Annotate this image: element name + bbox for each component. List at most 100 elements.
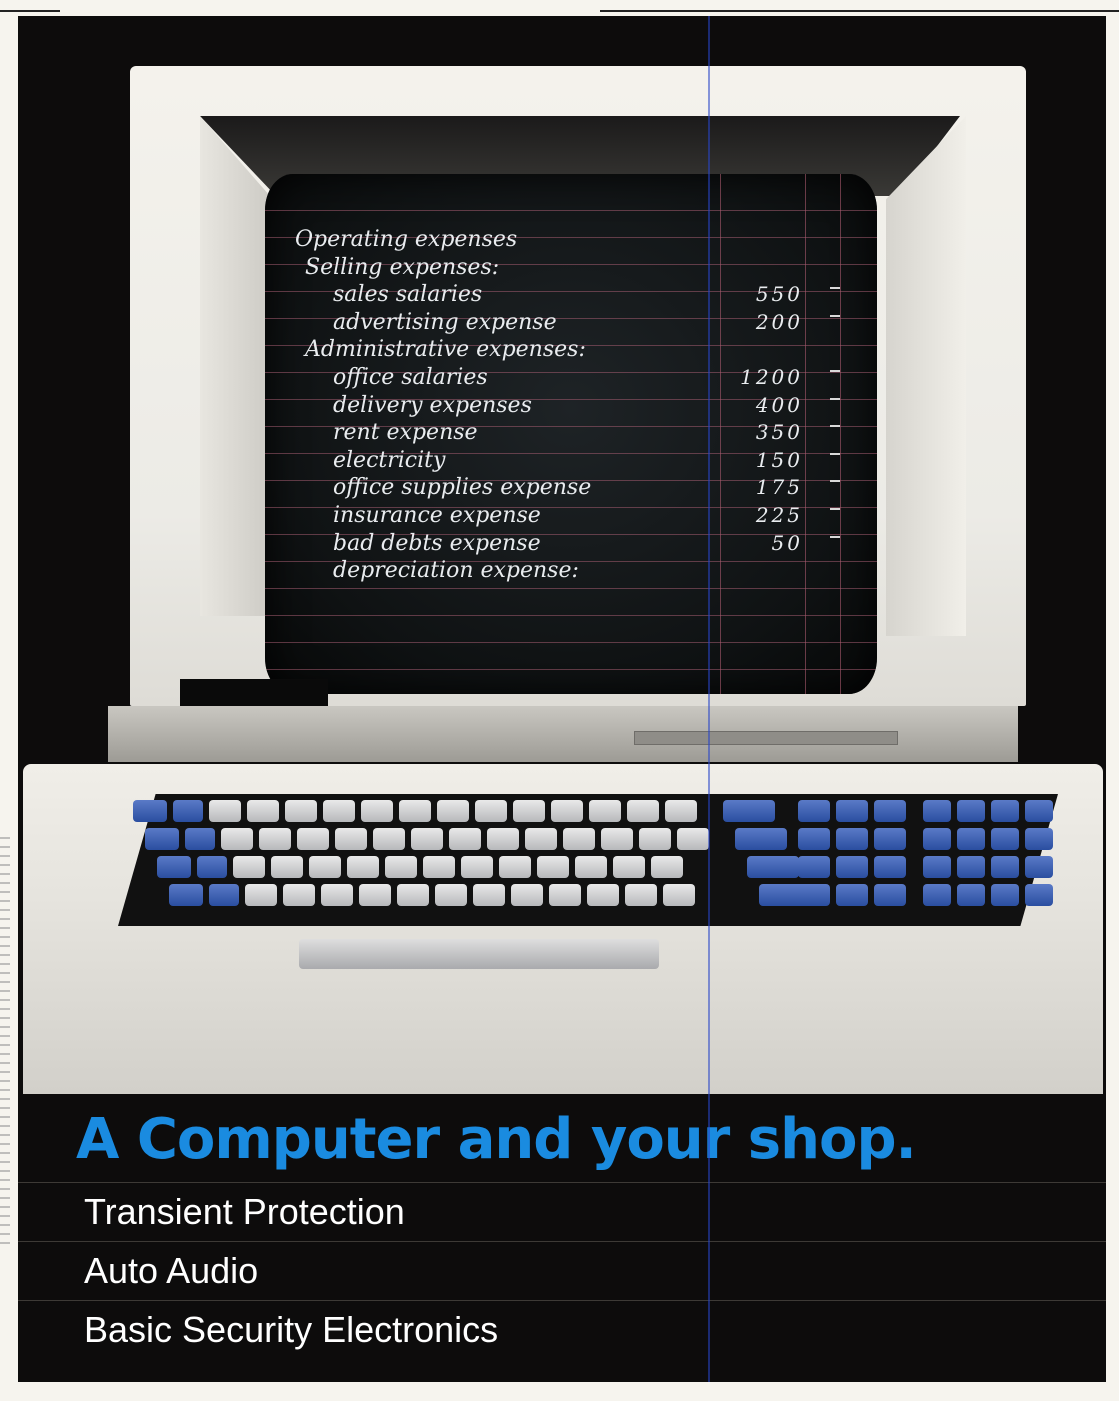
keyboard-key xyxy=(651,856,683,878)
keyboard-key xyxy=(411,828,443,850)
keyboard-key xyxy=(173,800,203,822)
keyboard-key xyxy=(747,856,799,878)
keyboard-key xyxy=(169,884,203,906)
ledger-row-label: delivery expenses xyxy=(333,392,532,418)
keyboard-key xyxy=(735,828,787,850)
keyboard-key xyxy=(525,828,557,850)
keyboard-key xyxy=(874,800,906,822)
ad-headline: A Computer and your shop. xyxy=(76,1107,917,1172)
product-line-item: Transient Protection xyxy=(18,1182,1106,1241)
keyboard-key xyxy=(798,800,830,822)
keyboard-key xyxy=(499,856,531,878)
ledger-row-label: office supplies expense xyxy=(333,475,592,501)
keyboard-key xyxy=(359,884,391,906)
ledger-row-amount: 175 xyxy=(755,475,803,500)
ledger-row-label: depreciation expense: xyxy=(333,558,579,584)
keyboard-key xyxy=(323,800,355,822)
keyboard-key xyxy=(874,884,906,906)
keyboard-key xyxy=(475,800,507,822)
computer-monitor: Operating expenses Selling expenses: sales… xyxy=(130,66,1026,707)
ledger-row: delivery expenses 400 xyxy=(275,392,855,420)
ledger-row: sales salaries 550 xyxy=(275,281,855,309)
keyboard-key xyxy=(575,856,607,878)
ledger-row-label: Administrative expenses: xyxy=(305,337,586,363)
keyboard-key xyxy=(639,828,671,850)
keyboard-key xyxy=(677,828,709,850)
keyboard-key xyxy=(145,828,179,850)
keyboard-key xyxy=(449,828,481,850)
keyboard-key xyxy=(798,856,830,878)
ledger-row-amount: 225 xyxy=(755,502,803,527)
keyboard-key xyxy=(437,800,469,822)
ledger-row: Administrative expenses: xyxy=(275,336,855,364)
ledger-row-amount: 200 xyxy=(755,309,803,334)
keyboard-key xyxy=(487,828,519,850)
keyboard-key xyxy=(511,884,543,906)
ledger-row-label: Operating expenses xyxy=(295,227,518,252)
keyboard-key xyxy=(957,856,985,878)
keyboard-key xyxy=(563,828,595,850)
ledger-row-label: insurance expense xyxy=(333,502,541,528)
ledger-row: depreciation expense: xyxy=(275,557,855,585)
ledger-row-amount: 1200 xyxy=(740,364,803,389)
ledger-row: Operating expenses xyxy=(275,226,855,254)
keyboard-key xyxy=(627,800,659,822)
monitor-screen: Operating expenses Selling expenses: sales… xyxy=(265,174,877,694)
keyboard-key xyxy=(1025,856,1053,878)
keyboard-key xyxy=(209,884,239,906)
monitor-vent xyxy=(634,731,898,745)
keyboard-key xyxy=(157,856,191,878)
ledger-row-label: office salaries xyxy=(333,364,488,390)
binding-perforation xyxy=(0,830,10,1250)
keyboard-key xyxy=(321,884,353,906)
monitor-badge xyxy=(180,679,328,707)
keyboard-key xyxy=(309,856,341,878)
ledger-row: office salaries 1200 xyxy=(275,364,855,392)
keyboard-key xyxy=(133,800,167,822)
keyboard-key xyxy=(209,800,241,822)
keyboard-key xyxy=(874,828,906,850)
keyboard-key xyxy=(347,856,379,878)
product-line-item: Auto Audio xyxy=(18,1241,1106,1300)
keyboard-key xyxy=(625,884,657,906)
spreadsheet-ledger: Operating expenses Selling expenses: sales… xyxy=(275,226,855,585)
keyboard-keys xyxy=(133,800,1053,920)
keyboard-key xyxy=(373,828,405,850)
keyboard-key xyxy=(245,884,277,906)
keyboard-key xyxy=(991,800,1019,822)
keyboard-key xyxy=(1025,800,1053,822)
keyboard-key xyxy=(335,828,367,850)
ledger-row-amount: 550 xyxy=(755,282,803,307)
keyboard-key xyxy=(1025,828,1053,850)
keyboard-key xyxy=(385,856,417,878)
keyboard-key xyxy=(197,856,227,878)
ledger-row-label: Selling expenses: xyxy=(305,254,500,280)
spacebar-key xyxy=(299,939,659,969)
keyboard-key xyxy=(923,828,951,850)
product-lines-list: Transient Protection Auto Audio Basic Se… xyxy=(18,1182,1106,1359)
product-line-item: Basic Security Electronics xyxy=(18,1300,1106,1359)
keyboard-key xyxy=(435,884,467,906)
advertisement-page: Operating expenses Selling expenses: sales… xyxy=(18,16,1106,1382)
keyboard-key xyxy=(665,800,697,822)
keyboard-key xyxy=(537,856,569,878)
keyboard-key xyxy=(551,800,583,822)
keyboard-key xyxy=(587,884,619,906)
keyboard-key xyxy=(798,828,830,850)
ledger-row-label: advertising expense xyxy=(333,309,557,335)
keyboard-key xyxy=(423,856,455,878)
ledger-row-label: sales salaries xyxy=(333,282,483,308)
keyboard-key xyxy=(283,884,315,906)
ledger-row-amount: 350 xyxy=(755,420,803,445)
ledger-row: electricity 150 xyxy=(275,447,855,475)
keyboard-key xyxy=(798,884,830,906)
keyboard-key xyxy=(399,800,431,822)
keyboard-key xyxy=(589,800,621,822)
ledger-row-amount: 150 xyxy=(755,447,803,472)
keyboard-key xyxy=(601,828,633,850)
ledger-row-label: rent expense xyxy=(333,420,478,446)
keyboard-key xyxy=(957,828,985,850)
keyboard-key xyxy=(549,884,581,906)
ledger-row: rent expense 350 xyxy=(275,419,855,447)
keyboard-key xyxy=(513,800,545,822)
